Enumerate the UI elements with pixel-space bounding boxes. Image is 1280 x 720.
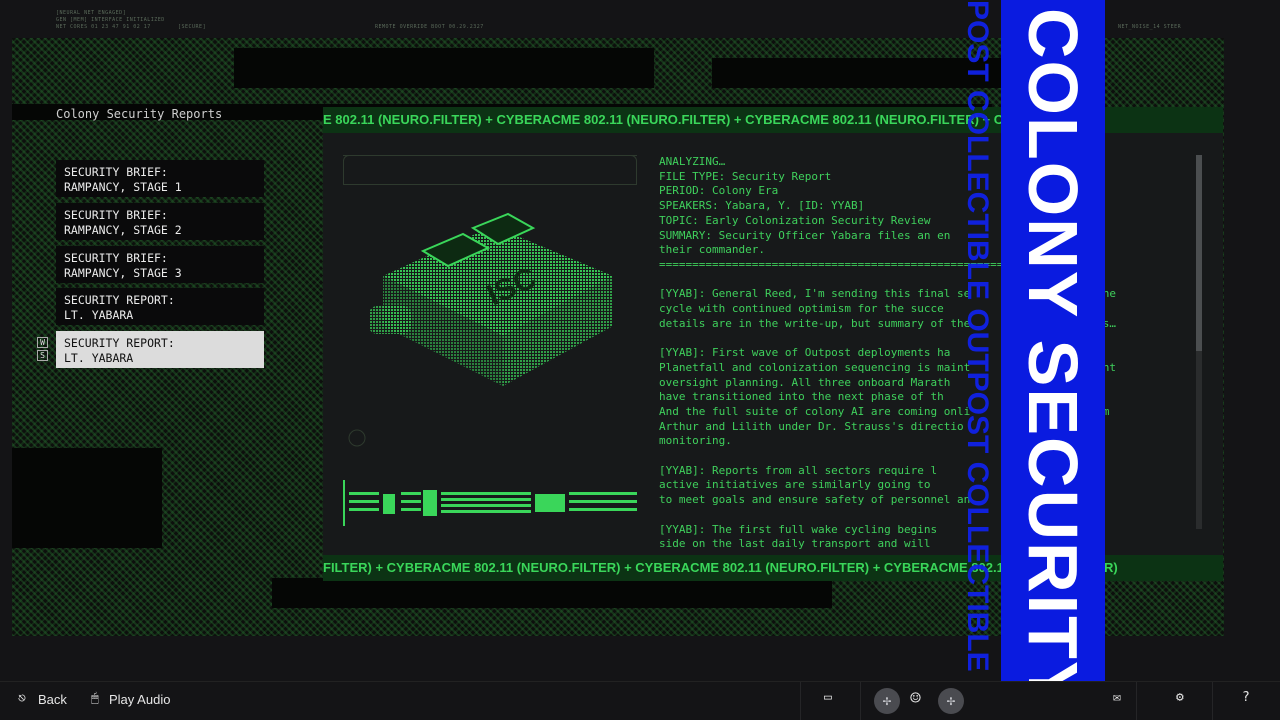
data-chip-illustration: ISC [348,212,613,447]
footer-divider [800,682,801,720]
help-icon[interactable]: ? [1242,690,1250,705]
footer-divider [1136,682,1137,720]
footer-bar [0,681,1280,720]
collectible-vertical-text: POST COLLECTIBLE OUTPOST COLLECTIBLE OUT… [961,0,994,720]
report-scrollbar[interactable] [1196,155,1202,529]
menu-item-rampancy-stage-3[interactable]: SECURITY BRIEF: RAMPANCY, STAGE 3 [56,246,264,283]
mouse-icon: 🖱 [91,691,99,706]
noise-tag: NET_NOISE_14 STEER [1118,24,1182,30]
menu-item-rampancy-stage-1[interactable]: SECURITY BRIEF: RAMPANCY, STAGE 1 [56,160,264,197]
back-button[interactable]: Back [38,692,67,707]
audio-waveform [343,480,637,526]
target-right-icon[interactable]: ✢ [938,688,964,714]
boot-log: [NEURAL NET ENGAGED] GEN [MEM] INTERFACE… [56,10,165,30]
menu-item-yabara-report-2[interactable]: SECURITY REPORT: LT. YABARA [56,331,264,368]
avatar[interactable]: ☺ [910,688,921,709]
footer-divider [1212,682,1213,720]
boot-tag: REMOTE OVERRIDE BOOT 00.29.2327 [375,24,484,30]
gear-icon[interactable]: ⚙ [1176,690,1184,705]
secure-tag: [SECURE] [178,24,207,30]
footer-divider [860,682,861,720]
menu-item-yabara-report-1[interactable]: SECURITY REPORT: LT. YABARA [56,288,264,325]
play-audio-button[interactable]: Play Audio [109,692,170,707]
menu-title: Colony Security Reports [56,107,223,121]
banner-title: COLONY SECURITY REPORTS [1014,8,1092,720]
key-hint-w: W [37,337,48,348]
menu-item-rampancy-stage-2[interactable]: SECURITY BRIEF: RAMPANCY, STAGE 2 [56,203,264,240]
target-left-icon[interactable]: ✢ [874,688,900,714]
mail-icon[interactable]: ✉ [1113,690,1121,705]
report-transcript: ANALYZING… FILE TYPE: Security Report PE… [659,155,1116,551]
section-banner: COLONY SECURITY REPORTS [1001,0,1105,720]
report-scroll-thumb[interactable] [1196,155,1202,351]
chat-icon[interactable]: ▭ [824,690,832,705]
key-hint-s: S [37,350,48,361]
escape-key-icon: ⎋ [18,691,26,706]
collectible-art: ISC [343,155,637,457]
